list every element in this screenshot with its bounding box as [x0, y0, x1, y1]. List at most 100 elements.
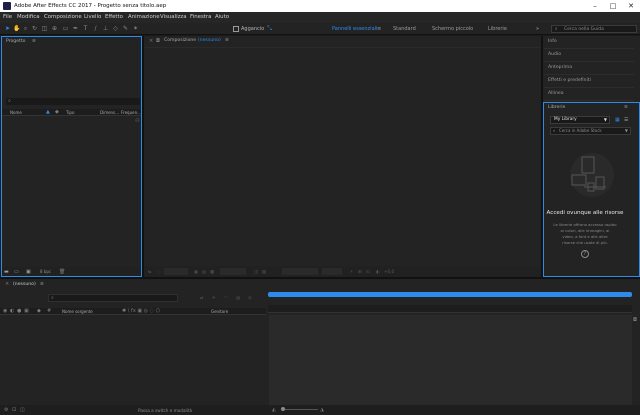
lock-switch-icon[interactable]: ▣ — [24, 308, 29, 314]
workspace-standard[interactable]: Standard — [393, 23, 416, 35]
menu-effetto[interactable]: Effetto — [105, 12, 123, 23]
eraser-tool-icon[interactable]: ◇ — [112, 25, 119, 32]
workspace-librerie[interactable]: Librerie — [488, 23, 507, 35]
horizontal-divider[interactable] — [0, 277, 640, 279]
zoom-tool-icon[interactable]: ⌕ — [22, 25, 29, 32]
workspace-more-icon[interactable]: » — [536, 23, 539, 35]
resolution-dropdown[interactable] — [220, 268, 246, 275]
rotate-tool-icon[interactable]: ↻ — [31, 25, 38, 32]
panel-allinea[interactable]: Allinea — [544, 88, 634, 101]
toggle-transparency-icon[interactable]: ▧ — [262, 269, 266, 274]
column-nome-sorgente[interactable]: Nome sorgente — [62, 309, 93, 314]
mask-icon[interactable]: ◌ — [157, 269, 161, 274]
menu-animazione[interactable]: Animazione — [128, 12, 160, 23]
zoom-in-icon[interactable]: ◮ — [320, 407, 324, 413]
aggancio-checkbox[interactable] — [233, 26, 239, 32]
workspace-pannelli-essenziali[interactable]: Pannelli essenziali — [332, 23, 377, 35]
snap-options-icon[interactable]: ⤡ — [266, 25, 273, 32]
composition-panel[interactable]: × ◘ Composizione (nessuno) ≡ ⇆ ◌ ▦ ▤ ▩ ◫… — [144, 36, 541, 277]
transparency-icon[interactable]: ▩ — [210, 269, 214, 274]
menu-visualizza[interactable]: Visualizza — [160, 12, 187, 23]
minimize-icon[interactable]: – — [586, 0, 604, 12]
column-genitore[interactable]: Genitore — [211, 309, 228, 314]
project-search-input[interactable]: ⌕ — [6, 98, 140, 105]
timeline-icon[interactable]: ⊞ — [358, 269, 362, 274]
flowchart-icon[interactable]: ⊡ — [366, 269, 370, 274]
grid-icon[interactable]: ▤ — [202, 269, 206, 274]
menu-modifica[interactable]: Modifica — [17, 12, 40, 23]
draft-3d-icon[interactable]: ✈ — [212, 295, 216, 300]
text-tool-icon[interactable]: T — [82, 25, 89, 32]
timeline-track-area[interactable] — [269, 315, 632, 407]
vertical-divider-right[interactable] — [541, 36, 543, 277]
bpc-label[interactable]: 8 bpc — [40, 269, 51, 274]
maximize-icon[interactable]: □ — [604, 0, 622, 12]
in-out-toggle-icon[interactable]: ◫ — [20, 407, 25, 413]
zoom-dropdown[interactable] — [164, 268, 188, 275]
project-panel[interactable]: Progetto ≡ ⌕ Nome ▲ ◆ Tipo Dimens... Fre… — [1, 36, 142, 277]
motion-blur-icon[interactable]: ◎ — [248, 295, 252, 300]
composition-name[interactable]: (nessuno) — [198, 38, 221, 43]
interpret-footage-icon[interactable]: ▬ — [4, 269, 9, 275]
timeline-tab[interactable]: (nessuno) — [13, 282, 36, 287]
audio-switch-icon[interactable]: ◐ — [10, 308, 14, 314]
trash-icon[interactable]: 🗑 — [59, 269, 65, 275]
fast-preview-icon[interactable]: ⚡ — [350, 269, 353, 274]
solo-switch-icon[interactable]: ● — [17, 308, 21, 314]
menu-aiuto[interactable]: Aiuto — [215, 12, 229, 23]
library-panel[interactable]: Librerie ≡ My Library ▼ ▦ ☰ ⌕ Cerca in A… — [543, 102, 640, 277]
column-dimensione[interactable]: Dimens... — [100, 110, 119, 115]
frame-blending-icon[interactable]: ▤ — [236, 295, 240, 300]
close-icon[interactable]: ✕ — [622, 0, 640, 12]
pan-behind-tool-icon[interactable]: ⊕ — [51, 25, 58, 32]
time-navigator-bar[interactable] — [268, 292, 632, 297]
close-icon[interactable]: × — [5, 281, 9, 287]
menu-composizione[interactable]: Composizione — [44, 12, 82, 23]
new-folder-icon[interactable]: ▭ — [14, 269, 19, 275]
panel-anteprima[interactable]: Anteprima — [544, 62, 634, 75]
selection-tool-icon[interactable]: ➤ — [4, 25, 11, 32]
modes-toggle-icon[interactable]: ⊡ — [12, 407, 16, 413]
zoom-slider-handle[interactable] — [281, 407, 285, 411]
close-icon[interactable]: × — [149, 38, 153, 44]
layer-switches-toggle-icon[interactable]: ⚙ — [4, 407, 8, 413]
pen-tool-icon[interactable]: ✒ — [72, 25, 79, 32]
views-dropdown[interactable] — [322, 268, 342, 275]
workspace-schermo-piccolo[interactable]: Schermo piccolo — [432, 23, 473, 35]
clone-stamp-tool-icon[interactable]: ⊥ — [102, 25, 109, 32]
rectangle-tool-icon[interactable]: ▭ — [62, 25, 69, 32]
camera-dropdown[interactable] — [282, 268, 318, 275]
list-view-icon[interactable]: ☰ — [624, 117, 628, 123]
grid-view-icon[interactable]: ▦ — [615, 117, 620, 123]
column-nome[interactable]: Nome — [10, 110, 22, 115]
panel-audio[interactable]: Audio — [544, 49, 634, 62]
help-search-input[interactable]: ⌕ Cerca nella Guida — [551, 25, 637, 33]
library-menu-icon[interactable]: ≡ — [624, 105, 628, 110]
column-tipo[interactable]: Tipo — [66, 110, 74, 115]
menu-finestra[interactable]: Finestra — [190, 12, 211, 23]
column-options-icon[interactable]: ⚇ — [135, 118, 139, 124]
panel-effetti-predefiniti[interactable]: Effetti e predefiniti — [544, 75, 634, 88]
brush-tool-icon[interactable]: / — [92, 25, 99, 32]
time-ruler[interactable] — [268, 305, 632, 313]
timeline-zoom-slider[interactable] — [282, 409, 318, 410]
region-icon[interactable]: ◫ — [254, 269, 258, 274]
lock-icon[interactable]: ◘ — [156, 38, 160, 44]
project-panel-menu-icon[interactable]: ≡ — [32, 39, 36, 44]
composition-mini-flowchart-icon[interactable]: ⇄ — [200, 295, 204, 300]
menu-file[interactable]: File — [3, 12, 12, 23]
column-frequenza[interactable]: Frequen... — [121, 110, 141, 115]
vertical-divider-left[interactable] — [142, 36, 144, 277]
puppet-pin-tool-icon[interactable]: ✶ — [132, 25, 139, 32]
menu-livello[interactable]: Livello — [84, 12, 101, 23]
chevron-down-icon[interactable]: ▼ — [625, 128, 628, 134]
camera-tool-icon[interactable]: ◫ — [41, 25, 48, 32]
stock-search-input[interactable]: ⌕ Cerca in Adobe Stock ▼ — [550, 127, 631, 135]
time-marker-icon[interactable]: ◘ — [633, 317, 637, 323]
timeline-search-input[interactable]: ⌕ — [48, 294, 178, 302]
zoom-out-icon[interactable]: ◭ — [272, 407, 276, 413]
new-composition-icon[interactable]: ▣ — [26, 269, 31, 275]
timeline-panel[interactable]: × (nessuno) ≡ ⌕ ⇄ ✈ ◠ ▤ ◎ ◉ ◐ ● ▣ ◆ # No… — [0, 279, 640, 415]
always-preview-icon[interactable]: ⇆ — [148, 269, 152, 274]
roto-brush-tool-icon[interactable]: ✎ — [122, 25, 129, 32]
